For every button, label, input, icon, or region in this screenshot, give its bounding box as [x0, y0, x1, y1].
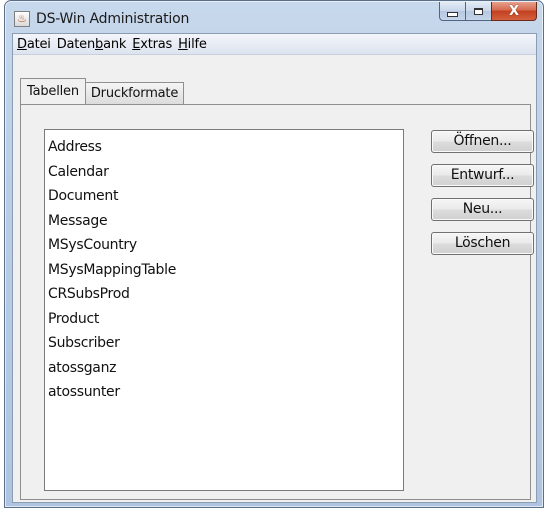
- list-item[interactable]: atossganz: [45, 356, 403, 381]
- client-area: Datei Datenbank Extras Hilfe Tabellen Dr…: [12, 33, 537, 503]
- tab-strip: Tabellen Druckformate: [20, 78, 185, 104]
- close-button[interactable]: X: [491, 2, 537, 21]
- list-item[interactable]: Subscriber: [45, 331, 403, 356]
- title-bar[interactable]: ♨ DS-Win Administration X: [5, 1, 543, 34]
- minimize-button[interactable]: [439, 2, 466, 21]
- list-item[interactable]: Product: [45, 307, 403, 332]
- maximize-button[interactable]: [465, 2, 492, 21]
- menu-hilfe[interactable]: Hilfe: [175, 37, 210, 52]
- app-window: ♨ DS-Win Administration X Datei Datenban…: [4, 0, 544, 508]
- list-item[interactable]: CRSubsProd: [45, 282, 403, 307]
- action-buttons: Öffnen... Entwurf... Neu... Löschen: [431, 130, 534, 266]
- open-button[interactable]: Öffnen...: [431, 130, 534, 153]
- list-item[interactable]: Message: [45, 209, 403, 234]
- menu-bar: Datei Datenbank Extras Hilfe: [13, 34, 536, 55]
- design-button[interactable]: Entwurf...: [431, 164, 534, 187]
- menu-datenbank[interactable]: Datenbank: [54, 37, 130, 52]
- menu-datei[interactable]: Datei: [14, 37, 54, 52]
- list-item[interactable]: MSysMappingTable: [45, 258, 403, 283]
- java-cup-icon: ♨: [14, 11, 30, 27]
- list-item[interactable]: MSysCountry: [45, 233, 403, 258]
- minimize-icon: [447, 11, 458, 17]
- list-item[interactable]: atossunter: [45, 380, 403, 405]
- list-item[interactable]: Document: [45, 184, 403, 209]
- table-list[interactable]: Address Calendar Document Message MSysCo…: [44, 129, 404, 491]
- new-button[interactable]: Neu...: [431, 198, 534, 221]
- tab-tabellen[interactable]: Tabellen: [20, 78, 86, 104]
- window-title: DS-Win Administration: [36, 11, 190, 27]
- list-item[interactable]: Address: [45, 135, 403, 160]
- delete-button[interactable]: Löschen: [431, 232, 534, 255]
- maximize-icon: [474, 7, 483, 15]
- caption-buttons: X: [439, 2, 537, 22]
- menu-extras[interactable]: Extras: [129, 37, 175, 52]
- tab-panel-tabellen: Address Calendar Document Message MSysCo…: [20, 104, 534, 500]
- close-icon: X: [508, 3, 520, 19]
- tab-druckformate[interactable]: Druckformate: [84, 82, 185, 104]
- list-item[interactable]: Calendar: [45, 160, 403, 185]
